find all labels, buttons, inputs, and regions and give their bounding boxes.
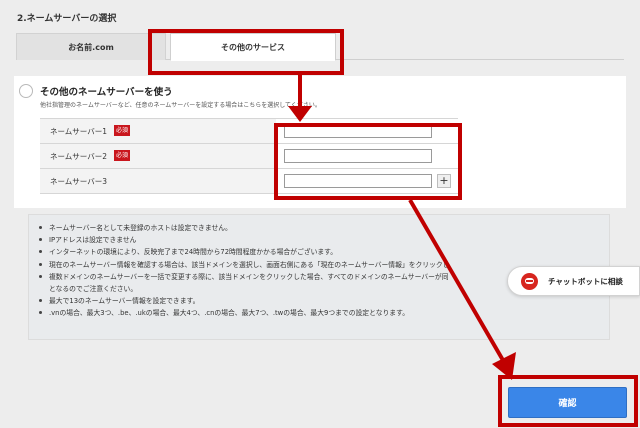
nameserver-1-label: ネームサーバー1 <box>50 127 107 136</box>
nameserver-2-input[interactable] <box>284 149 432 163</box>
tab-onamae[interactable]: お名前.com <box>16 33 166 60</box>
notes-list: ネームサーバー名として未登録のホストは設定できません。 IPアドレスは設定できま… <box>39 222 449 320</box>
table-row: ネームサーバー2 必須 <box>40 144 458 169</box>
note-text: となるのでご注意ください。 <box>49 285 138 294</box>
tab-bar: お名前.com その他のサービス <box>16 33 624 61</box>
nameserver-2-label: ネームサーバー2 <box>50 152 107 161</box>
other-nameserver-label: その他のネームサーバーを使う <box>40 87 173 98</box>
list-item: .vnの場合、最大3つ、.be、.ukの場合、最大4つ、.cnの場合、最大7つ、… <box>39 307 449 319</box>
required-badge: 必須 <box>114 150 131 161</box>
list-item: インターネットの環境により、反映完了まで24時間から72時間程度かかる場合がござ… <box>39 246 449 258</box>
bullet-icon <box>39 311 42 315</box>
tab-other-services[interactable]: その他のサービス <box>170 33 336 61</box>
chatbot-icon <box>521 273 538 290</box>
list-item: ネームサーバー名として未登録のホストは設定できません。 <box>39 222 449 234</box>
confirm-button[interactable]: 確認 <box>508 387 627 418</box>
other-nameserver-radio[interactable] <box>19 84 33 98</box>
note-text: .vnの場合、最大3つ、.be、.ukの場合、最大4つ、.cnの場合、最大7つ、… <box>49 309 410 318</box>
other-nameserver-description: 他社指管理のネームサーバーなど、任意のネームサーバーを設定する場合はこちらを選択… <box>40 102 321 109</box>
list-item: IPアドレスは設定できません <box>39 234 449 246</box>
list-item: 現在のネームサーバー情報を確認する場合は、該当ドメインを選択し、画面右側にある「… <box>39 259 449 271</box>
list-item: となるのでご注意ください。 <box>39 283 449 295</box>
bullet-icon <box>39 262 42 266</box>
bullet-icon <box>39 250 42 254</box>
note-text: ネームサーバー名として未登録のホストは設定できません。 <box>49 224 232 232</box>
table-row: ネームサーバー3 + <box>40 169 458 194</box>
section-title: 2.ネームサーバーの選択 <box>17 14 117 24</box>
bullet-icon <box>39 226 42 229</box>
add-nameserver-button[interactable]: + <box>437 174 451 188</box>
required-badge: 必須 <box>114 125 131 136</box>
list-item: 最大で13のネームサーバー情報を設定できます。 <box>39 295 449 307</box>
chatbot-label: チャットボットに相談 <box>548 277 623 286</box>
note-text: IPアドレスは設定できません <box>49 236 137 245</box>
note-text: 複数ドメインのネームサーバーを一括で変更する際に、該当ドメインをクリックした場合… <box>49 272 449 281</box>
nameserver-3-input[interactable] <box>284 174 432 188</box>
nameserver-1-input[interactable] <box>284 124 432 138</box>
nameserver-3-label: ネームサーバー3 <box>50 177 107 186</box>
note-text: 現在のネームサーバー情報を確認する場合は、該当ドメインを選択し、画面右側にある「… <box>49 260 450 269</box>
nameserver-table: ネームサーバー1 必須 ネームサーバー2 必須 ネームサーバー3 + <box>40 118 458 194</box>
bullet-icon <box>39 299 42 303</box>
table-row: ネームサーバー1 必須 <box>40 119 458 144</box>
note-text: 最大で13のネームサーバー情報を設定できます。 <box>49 297 200 306</box>
list-item: 複数ドメインのネームサーバーを一括で変更する際に、該当ドメインをクリックした場合… <box>39 271 449 283</box>
arrow-diagonal-head <box>492 352 516 380</box>
bullet-icon <box>39 238 42 242</box>
bullet-icon <box>39 274 42 278</box>
chatbot-button[interactable]: チャットボットに相談 <box>507 266 640 296</box>
note-text: インターネットの環境により、反映完了まで24時間から72時間程度かかる場合がござ… <box>49 248 338 257</box>
